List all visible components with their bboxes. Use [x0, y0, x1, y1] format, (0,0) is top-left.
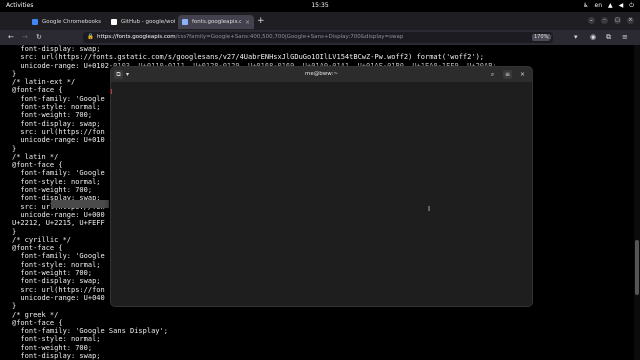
terminal-header-bar[interactable]: ⧉ ▾ me@bww:~ ⌕ ≡ ×	[111, 67, 532, 82]
close-tab-icon[interactable]: ×	[245, 19, 250, 26]
accessibility-icon[interactable]: ♿	[583, 1, 588, 11]
clock[interactable]: 15:35	[0, 2, 640, 9]
minimize-icon[interactable]: –	[601, 17, 608, 24]
maximize-icon[interactable]: □	[614, 17, 621, 24]
mouse-ibeam-cursor-icon: I	[428, 205, 431, 213]
tab-google-chromebooks[interactable]: Google Chromebooks - Laptops	[28, 15, 105, 29]
terminal-search-icon[interactable]: ⌕	[488, 70, 497, 79]
gnome-top-bar: Activities 15:35 ♿ en ▲ ◀ ⏻	[0, 0, 640, 12]
code-line: font-weight: 700;	[12, 343, 93, 352]
tab-github-woff2[interactable]: GitHub - google/woff2	[107, 15, 179, 29]
tab-fonts-googleapis[interactable]: fonts.googleapis.com/css?fa ×	[178, 15, 254, 29]
network-icon[interactable]: ▲	[608, 1, 613, 11]
extensions-icon[interactable]: ⧉	[606, 33, 611, 42]
globe-favicon-icon	[182, 19, 188, 25]
tab-title: GitHub - google/woff2	[121, 19, 175, 25]
forward-icon[interactable]: →	[22, 33, 28, 42]
url-path: /css?family=Google+Sans:400,500,700|Goog…	[175, 34, 404, 40]
code-line: /* greek */	[12, 310, 59, 319]
back-icon[interactable]: ←	[8, 33, 14, 42]
github-favicon-icon	[111, 19, 117, 25]
reload-icon[interactable]: ↻	[36, 33, 42, 42]
terminal-close-icon[interactable]: ×	[518, 70, 527, 79]
lock-icon[interactable]: 🔒	[87, 32, 94, 43]
terminal-title: me@bww:~	[305, 71, 338, 77]
tab-title: Google Chromebooks - Laptops	[42, 19, 101, 25]
close-window-icon[interactable]: ×	[627, 17, 634, 24]
list-all-tabs-icon[interactable]: ⌄	[588, 17, 595, 24]
new-tab-icon[interactable]: +	[257, 16, 265, 26]
code-line: font-style: normal;	[12, 335, 101, 344]
google-favicon-icon	[32, 19, 38, 25]
bookmark-star-icon[interactable]: ☆	[546, 33, 552, 41]
url-host: https://fonts.googleapis.com	[97, 34, 176, 40]
page-scrollbar[interactable]	[634, 45, 640, 360]
code-line: font-display: swap;	[12, 351, 101, 360]
terminal-body[interactable]	[111, 82, 532, 306]
scrollbar-thumb[interactable]	[635, 240, 639, 295]
volume-icon[interactable]: ◀	[619, 1, 624, 11]
url-bar[interactable]: 🔒 https://fonts.googleapis.com/css?famil…	[83, 32, 553, 43]
power-icon[interactable]: ⏻	[629, 1, 634, 11]
text-selection-highlight	[51, 200, 109, 208]
window-controls: ⌄ – □ ×	[588, 17, 634, 24]
browser-nav-bar: ← → ↻ 🔒 https://fonts.googleapis.com/css…	[0, 30, 640, 45]
account-icon[interactable]: ◉	[590, 33, 596, 41]
pocket-icon[interactable]: ▾	[574, 33, 578, 41]
tab-title: fonts.googleapis.com/css?fa	[192, 19, 241, 25]
browser-tab-bar: Google Chromebooks - Laptops GitHub - go…	[0, 12, 640, 30]
code-line: src: url(https://fonts.gstatic.com/s/goo…	[12, 53, 485, 62]
hamburger-menu-icon[interactable]: ≡	[622, 33, 628, 41]
terminal-hamburger-icon[interactable]: ≡	[503, 70, 512, 79]
code-line: font-family: 'Google Sans Display';	[12, 327, 168, 336]
code-line: font-display: swap;	[12, 45, 101, 53]
terminal-window[interactable]: ⧉ ▾ me@bww:~ ⌕ ≡ ×	[110, 66, 533, 307]
code-line: @font-face {	[12, 318, 63, 327]
language-indicator[interactable]: en	[595, 1, 603, 11]
terminal-cursor	[111, 89, 112, 94]
system-tray[interactable]: ♿ en ▲ ◀ ⏻	[583, 1, 634, 11]
